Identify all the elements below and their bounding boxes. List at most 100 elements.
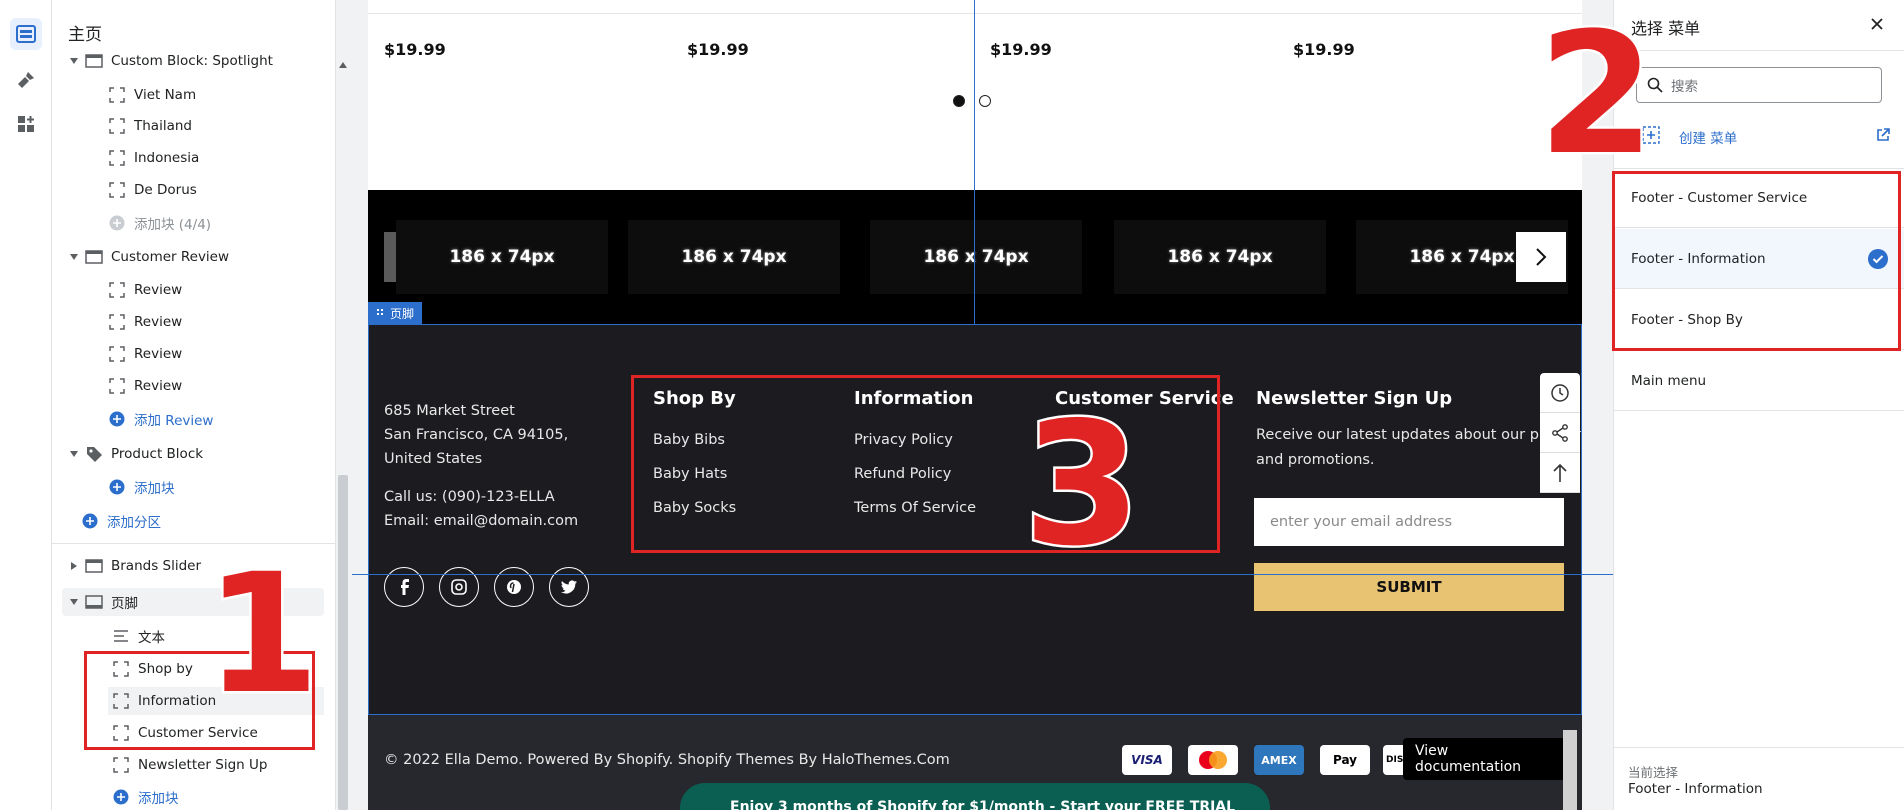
menu-option-main-menu[interactable]: Main menu [1614,351,1904,411]
view-documentation-button[interactable]: View documentation [1403,738,1576,780]
annotation-box-2 [1612,171,1901,351]
divider [1614,747,1904,748]
block-thailand[interactable]: Thailand [52,112,335,140]
add-footer-block-button[interactable]: 添加块 [52,783,335,810]
sidebar-item-label: Viet Nam [134,87,197,103]
section-icon [85,52,103,70]
plus-circle-icon [81,512,99,530]
add-review-button[interactable]: 添加 Review [52,405,335,433]
add-section-button[interactable]: 添加分区 [52,507,335,535]
current-selection-value: Footer - Information [1628,781,1763,797]
annotation-number-2: 2 [1536,0,1658,192]
block-viet-nam[interactable]: Viet Nam [52,81,335,109]
sidebar-item-label: Review [134,314,183,330]
block-review[interactable]: Review [52,372,335,400]
page-title: 主页 [68,25,102,45]
sidebar-item-label: 添加块 [138,791,179,807]
block-icon [108,281,126,299]
block-icon [108,149,126,167]
brand-logo[interactable]: 186 x 74px [628,220,840,294]
carousel-dot-active[interactable] [953,95,965,107]
block-review[interactable]: Review [52,276,335,304]
section-custom-block-spotlight[interactable]: Custom Block: Spotlight [52,47,335,75]
block-newsletter[interactable]: Newsletter Sign Up [52,751,335,779]
text-icon [112,627,130,645]
drag-handle-icon [377,309,383,315]
amex-icon: AMEX [1254,745,1304,775]
sidebar-item-label: 添加 Review [134,413,214,429]
sidebar-item-label: Review [134,378,183,394]
sidebar-item-label: 添加块 [134,481,175,497]
app-blocks-icon[interactable] [10,108,42,140]
menu-search-input[interactable]: 搜索 [1636,67,1882,103]
section-icon [85,248,103,266]
section-tag-label: 页脚 [390,306,415,321]
external-link-icon[interactable] [1876,128,1890,142]
carousel-dot[interactable] [979,95,991,107]
brand-logo[interactable]: 186 x 74px [396,220,608,294]
close-icon[interactable] [1870,17,1884,31]
section-product-block[interactable]: Product Block [52,440,335,468]
annotation-number-3: 3 [1020,386,1143,584]
sidebar-item-label: 添加分区 [107,515,161,531]
scroll-up-icon[interactable] [339,62,347,68]
block-review[interactable]: Review [52,340,335,368]
preview-scrollbar-thumb[interactable] [1563,730,1577,810]
plus-circle-icon [108,214,126,232]
sidebar-scroll-thumb[interactable] [338,475,348,810]
create-menu-link[interactable]: 创建 菜单 [1679,127,1737,147]
block-de-dorus[interactable]: De Dorus [52,176,335,204]
caret-right-icon[interactable] [69,561,79,571]
promo-banner[interactable]: Enjoy 3 months of Shopify for $1/month -… [680,783,1270,810]
sidebar-item-label: Custom Block: Spotlight [111,53,273,69]
footer-bottom-bar: © 2022 Ella Demo. Powered By Shopify. Sh… [368,715,1582,810]
search-placeholder: 搜索 [1671,79,1698,95]
slider-next-button[interactable] [1516,232,1566,282]
product-price: $19.99 [990,40,1052,59]
sidebar-item-label: 添加块 (4/4) [134,217,212,233]
brand-logo[interactable]: 186 x 74px [870,220,1082,294]
sidebar-item-label: Product Block [111,446,204,462]
sidebar-item-label: 页脚 [111,596,138,612]
product-price: $19.99 [687,40,749,59]
visa-icon: VISA [1122,745,1172,775]
divider [1614,50,1904,51]
block-icon [108,181,126,199]
add-block-button[interactable]: 添加块 [52,473,335,501]
theme-settings-icon[interactable] [10,64,42,96]
brand-logo[interactable]: 186 x 74px [1114,220,1326,294]
left-rail [0,0,52,810]
add-block-disabled: 添加块 (4/4) [52,209,335,237]
block-icon [108,377,126,395]
annotation-number-1: 1 [203,538,323,730]
block-icon [112,756,130,774]
chevron-right-icon [1536,248,1547,266]
section-customer-review[interactable]: Customer Review [52,243,335,271]
block-indonesia[interactable]: Indonesia [52,144,335,172]
apple-pay-icon: Pay [1320,745,1370,775]
plus-circle-icon [108,478,126,496]
sections-icon[interactable] [10,18,42,50]
product-price: $19.99 [384,40,446,59]
sidebar-item-label: Review [134,346,183,362]
block-review[interactable]: Review [52,308,335,336]
caret-down-icon[interactable] [69,449,79,459]
caret-down-icon[interactable] [69,597,79,607]
menu-picker-panel: 选择 菜单 搜索 创建 菜单 Footer - Customer Service… [1613,0,1904,810]
product-row-edge [368,0,1582,14]
guide-line [352,574,1614,575]
promo-text: Enjoy 3 months of Shopify for $1/month -… [730,799,1236,810]
sidebar-item-label: Newsletter Sign Up [138,757,268,773]
sidebar-item-label: Customer Review [111,249,230,265]
caret-down-icon[interactable] [69,252,79,262]
footer-section-icon [85,593,103,611]
storefront-preview: $19.99 $19.99 $19.99 $19.99 186 x 74px 1… [368,0,1582,810]
copyright-text: © 2022 Ella Demo. Powered By Shopify. Sh… [384,752,950,768]
guide-line [974,0,975,325]
plus-circle-icon [108,410,126,428]
caret-down-icon[interactable] [69,56,79,66]
block-icon [108,86,126,104]
mastercard-icon [1188,745,1238,775]
block-icon [108,117,126,135]
footer-section-tag[interactable]: 页脚 [368,302,423,324]
